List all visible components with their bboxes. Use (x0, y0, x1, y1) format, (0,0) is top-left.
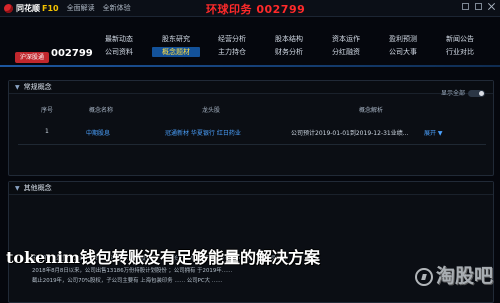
menu-item-new[interactable]: 全新体验 (103, 3, 131, 13)
panel-title: 其他概念 (23, 184, 52, 192)
watermark-logo-icon (414, 267, 433, 286)
row-divider (18, 144, 486, 145)
stock-code: 002799 (51, 48, 93, 59)
show-all-toggle[interactable]: 显示全部 (441, 88, 485, 97)
menu-item-full[interactable]: 全面解读 (67, 3, 95, 13)
collapse-icon[interactable]: ▼ (15, 185, 20, 192)
f10-tabs: 最新动态 公司资料 股东研究 概念题材 经营分析 主力持仓 股本结构 财务分析 … (95, 32, 500, 64)
expand-button[interactable]: 展开 ▼ (424, 128, 443, 137)
blue-divider (0, 65, 500, 67)
tab-financial-analysis[interactable]: 财务分析 (265, 47, 313, 57)
tab-business-analysis[interactable]: 经营分析 (208, 34, 256, 44)
toggle-switch[interactable] (468, 90, 485, 97)
tab-company-events[interactable]: 公司大事 (379, 47, 427, 57)
panel-header: ▼ 其他概念 (9, 182, 493, 195)
brand-name: 同花顺 F10 (16, 3, 59, 13)
news-line: 截止2019年，公司70%股权，子公司主要有 上海包装印务 …… 公司PC大 …… (32, 278, 223, 284)
maximize-icon[interactable] (475, 3, 482, 10)
tab-company-info[interactable]: 公司资料 (95, 47, 143, 57)
tab-share-structure[interactable]: 股本结构 (265, 34, 313, 44)
header-name: 概念名称 (89, 107, 114, 114)
tab-announcements[interactable]: 新闻公告 (436, 34, 484, 44)
tab-concepts[interactable]: 概念题材 (152, 47, 200, 57)
brand: 同花顺 F10 (4, 3, 59, 14)
watermark: 淘股吧 (414, 261, 493, 288)
tab-industry-compare[interactable]: 行业对比 (436, 47, 484, 57)
tab-capital-operations[interactable]: 资本运作 (322, 34, 370, 44)
header-index: 序号 (41, 107, 54, 114)
panel-title: 常规概念 (23, 83, 52, 91)
concept-link[interactable]: 中期股息 (86, 128, 110, 137)
toggle-label: 显示全部 (440, 90, 465, 97)
header-leaders: 龙头股 (202, 107, 221, 114)
common-concepts-panel: ▼ 常规概念 显示全部 序号 概念名称 龙头股 概念解析 1 中期股息 冠通新材… (8, 80, 494, 176)
stock-title: 环球印务 002799 (206, 3, 306, 16)
tab-main-positions[interactable]: 主力持仓 (208, 47, 256, 57)
top-bar: 同花顺 F10 全面解读 全新体验 环球印务 002799 (0, 0, 500, 17)
top-menu: 全面解读 全新体验 (67, 3, 131, 13)
tab-latest-news[interactable]: 最新动态 (95, 34, 143, 44)
table-row: 1 中期股息 冠通新材 华夏银行 红日药业 公司预计2019-01-01到201… (9, 128, 493, 140)
stock-info: 沪深股通 002799 (3, 30, 93, 63)
tab-dividends[interactable]: 分红融资 (322, 47, 370, 57)
overlay-headline: tokenim钱包转账没有足够能量的解决方案 (6, 248, 320, 267)
tab-profit-forecast[interactable]: 盈利预测 (379, 34, 427, 44)
watermark-text: 淘股吧 (435, 265, 493, 287)
row-index: 1 (45, 128, 49, 135)
collapse-icon[interactable]: ▼ (15, 84, 20, 91)
panel-header: ▼ 常规概念 (9, 81, 493, 94)
tab-shareholders[interactable]: 股东研究 (152, 34, 200, 44)
concept-description: 公司预计2019-01-01到2019-12-31业绩... (291, 130, 409, 137)
close-icon[interactable] (488, 3, 495, 10)
header-description: 概念解析 (359, 107, 384, 114)
stock-badge: 沪深股通 (15, 52, 49, 63)
table-header: 序号 概念名称 龙头股 概念解析 (9, 105, 493, 117)
brand-logo-icon (4, 3, 13, 13)
minimize-icon[interactable] (462, 3, 469, 10)
leader-stocks[interactable]: 冠通新材 华夏银行 红日药业 (165, 128, 241, 137)
window-controls (462, 3, 495, 10)
